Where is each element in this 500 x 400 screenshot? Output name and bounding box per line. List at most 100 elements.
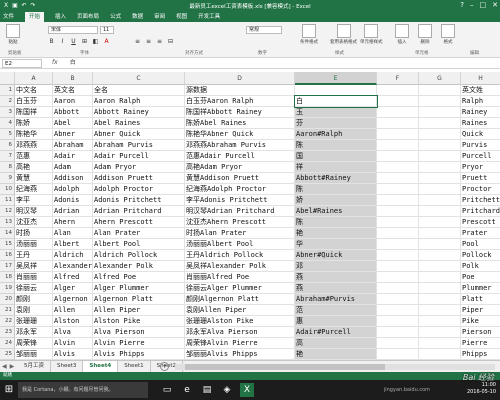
font-name-select[interactable]: 宋体 — [48, 26, 98, 34]
cell-b13[interactable]: Ahern — [53, 217, 93, 228]
row-header[interactable]: 18 — [0, 272, 15, 283]
cell-f15[interactable] — [377, 239, 419, 250]
scrollbar-thumb[interactable] — [185, 364, 385, 370]
cell-d9[interactable]: 黄慧Addison Pruett — [185, 173, 295, 184]
cell-e23[interactable]: Adair#Purcell — [295, 327, 377, 338]
cell-d12[interactable]: 明汉琴Adrian Pritchard — [185, 206, 295, 217]
cell-e12[interactable]: Abel#Raines — [295, 206, 377, 217]
tab-view[interactable]: 视图 — [176, 12, 187, 22]
table-format-button[interactable]: 套用表格格式 — [330, 24, 357, 45]
cell-b21[interactable]: Allen — [53, 305, 93, 316]
cell-f2[interactable] — [377, 96, 419, 107]
cell-d16[interactable]: 王丹Aldrich Pollock — [185, 250, 295, 261]
cell-f7[interactable] — [377, 151, 419, 162]
cell-c16[interactable]: Aldrich Pollock — [93, 250, 185, 261]
folder-icon[interactable]: ▤ — [200, 383, 214, 397]
paste-button[interactable]: 粘贴 — [6, 24, 20, 45]
row-header[interactable]: 4 — [0, 118, 15, 129]
cell-a13[interactable]: 沈亚杰 — [15, 217, 53, 228]
cell-e9[interactable]: Abbott#Rainey — [295, 173, 377, 184]
cell-e5[interactable]: Aaron#Ralph — [295, 129, 377, 140]
tab-formulas[interactable]: 公式 — [110, 12, 121, 22]
merge-icon[interactable]: ⊟ — [167, 38, 174, 45]
cell-b19[interactable]: Alger — [53, 283, 93, 294]
cell-c22[interactable]: Alston Pike — [93, 316, 185, 327]
cell-e25[interactable]: 艳 — [295, 349, 377, 360]
cell-f24[interactable] — [377, 338, 419, 349]
cell-b4[interactable]: Abel — [53, 118, 93, 129]
cell-g9[interactable] — [419, 173, 461, 184]
cell-h23[interactable]: Pierson — [461, 327, 500, 338]
cell-f1[interactable] — [377, 85, 419, 96]
column-header-c[interactable]: C — [93, 72, 185, 85]
cell-f5[interactable] — [377, 129, 419, 140]
cell-h25[interactable]: Phipps — [461, 349, 500, 360]
tab-insert[interactable]: 插入 — [55, 12, 66, 22]
cell-c11[interactable]: Adonis Pritchett — [93, 195, 185, 206]
cell-h15[interactable]: Pool — [461, 239, 500, 250]
cell-style-button[interactable]: 单元格样式 — [360, 24, 383, 45]
cell-e17[interactable]: 邓 — [295, 261, 377, 272]
cell-f19[interactable] — [377, 283, 419, 294]
cell-g5[interactable] — [419, 129, 461, 140]
cell-b6[interactable]: Abraham — [53, 140, 93, 151]
column-header-e[interactable]: E — [295, 72, 377, 85]
cell-f10[interactable] — [377, 184, 419, 195]
row-header[interactable]: 12 — [0, 206, 15, 217]
cell-h9[interactable]: Pruett — [461, 173, 500, 184]
cell-f17[interactable] — [377, 261, 419, 272]
cell-h21[interactable]: Piper — [461, 305, 500, 316]
cell-a1[interactable]: 中文名 — [15, 85, 53, 96]
cell-d18[interactable]: 肖丽丽Alfred Poe — [185, 272, 295, 283]
cell-b25[interactable]: Alvis — [53, 349, 93, 360]
cell-h20[interactable]: Platt — [461, 294, 500, 305]
cell-h10[interactable]: Proctor — [461, 184, 500, 195]
cell-g13[interactable] — [419, 217, 461, 228]
cell-b1[interactable]: 英文名 — [53, 85, 93, 96]
cell-g22[interactable] — [419, 316, 461, 327]
cell-f14[interactable] — [377, 228, 419, 239]
cell-g12[interactable] — [419, 206, 461, 217]
tab-developer[interactable]: 开发工具 — [198, 12, 220, 22]
row-header[interactable]: 6 — [0, 140, 15, 151]
cell-c6[interactable]: Abraham Purvis — [93, 140, 185, 151]
cell-h16[interactable]: Pollock — [461, 250, 500, 261]
cell-f4[interactable] — [377, 118, 419, 129]
cell-e14[interactable]: 艳 — [295, 228, 377, 239]
cell-g1[interactable] — [419, 85, 461, 96]
cell-a10[interactable]: 纪海燕 — [15, 184, 53, 195]
help-icon[interactable]: ? — [460, 1, 464, 10]
cell-c25[interactable]: Alvis Phipps — [93, 349, 185, 360]
cell-e13[interactable]: 陈 — [295, 217, 377, 228]
select-all-corner[interactable] — [0, 72, 15, 85]
cell-g24[interactable] — [419, 338, 461, 349]
cell-d23[interactable]: 邓永军Alva Pierson — [185, 327, 295, 338]
bold-icon[interactable]: B — [48, 38, 55, 45]
cell-d6[interactable]: 邓燕燕Abraham Purvis — [185, 140, 295, 151]
row-header[interactable]: 24 — [0, 338, 15, 349]
cell-b24[interactable]: Alvin — [53, 338, 93, 349]
font-color-icon[interactable]: A — [103, 38, 110, 45]
cell-h5[interactable]: Quick — [461, 129, 500, 140]
cell-d5[interactable]: 陈艳华Abner Quick — [185, 129, 295, 140]
row-header[interactable]: 15 — [0, 239, 15, 250]
cell-e22[interactable]: 惠 — [295, 316, 377, 327]
cell-e18[interactable]: 燕 — [295, 272, 377, 283]
cell-f13[interactable] — [377, 217, 419, 228]
cell-d11[interactable]: 李平Adonis Pritchett — [185, 195, 295, 206]
excel-taskbar-icon[interactable]: X — [240, 383, 254, 397]
cell-a16[interactable]: 王丹 — [15, 250, 53, 261]
cell-f23[interactable] — [377, 327, 419, 338]
cell-b3[interactable]: Abbott — [53, 107, 93, 118]
task-view-icon[interactable]: ▭ — [160, 383, 174, 397]
cell-f3[interactable] — [377, 107, 419, 118]
cell-a24[interactable]: 周荣锋 — [15, 338, 53, 349]
cell-d19[interactable]: 徐丽云Alger Plummer — [185, 283, 295, 294]
row-header[interactable]: 10 — [0, 184, 15, 195]
cell-d14[interactable]: 时扬Alan Prater — [185, 228, 295, 239]
row-header[interactable]: 22 — [0, 316, 15, 327]
row-header[interactable]: 11 — [0, 195, 15, 206]
cell-g18[interactable] — [419, 272, 461, 283]
cell-a18[interactable]: 肖丽丽 — [15, 272, 53, 283]
tab-file[interactable]: 文件 — [3, 12, 14, 22]
